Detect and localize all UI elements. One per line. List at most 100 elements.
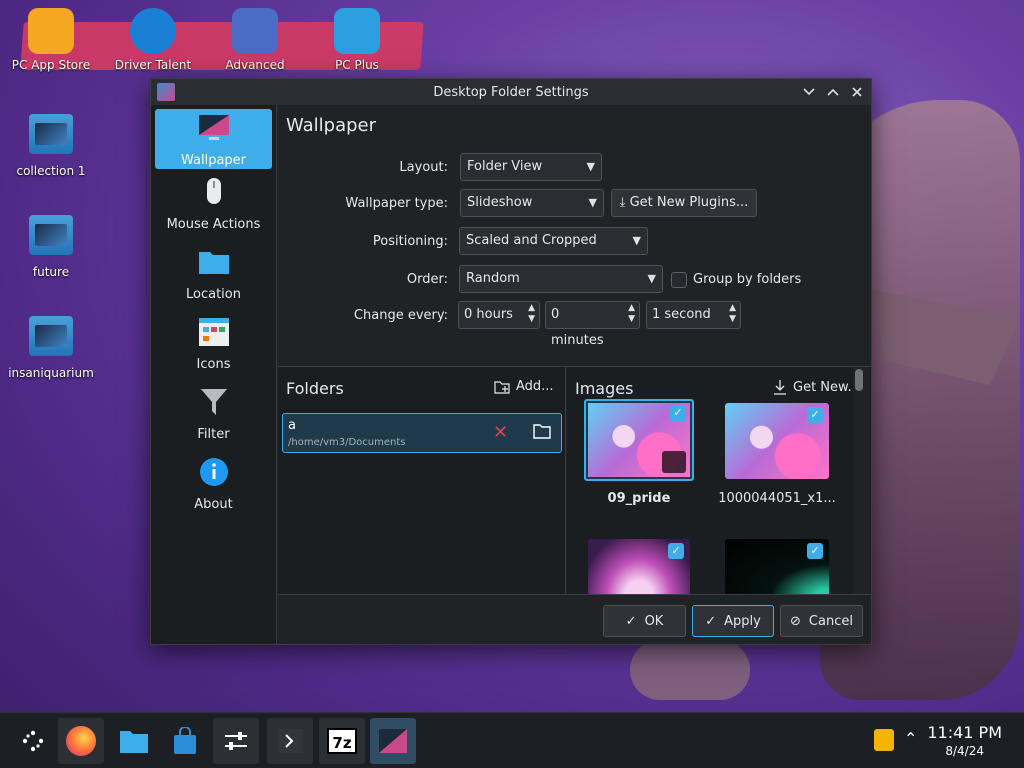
cancel-button[interactable]: ⊘ Cancel [780, 605, 863, 637]
image-thumbnail[interactable]: ✓ [584, 399, 694, 481]
chevron-down-icon: ▼ [632, 234, 641, 247]
info-icon [199, 458, 228, 486]
desktop-folder-future[interactable]: future [2, 215, 100, 279]
checkbox-checked-icon[interactable]: ✓ [670, 405, 686, 421]
get-new-images-button[interactable]: Get New... [773, 379, 860, 395]
open-folder-icon[interactable] [533, 423, 551, 439]
remove-folder-icon[interactable]: ✕ [493, 422, 508, 443]
tray-expand-icon[interactable]: ⌃ [904, 729, 917, 748]
scrollbar-thumb[interactable] [855, 369, 863, 391]
checkbox-checked-icon[interactable]: ✓ [807, 407, 823, 423]
taskbar-desktop-settings[interactable] [370, 718, 416, 764]
app-icon [157, 83, 175, 101]
gear-icon [130, 8, 176, 54]
desktop-icon-pc-app-store[interactable]: PC App Store [1, 8, 101, 72]
maximize-button[interactable] [823, 82, 843, 102]
minimize-button[interactable] [799, 82, 819, 102]
settings-sidebar: Wallpaper Mouse Actions Location Icons F… [151, 105, 277, 644]
get-new-plugins-label: Get New Plugins... [629, 195, 749, 210]
sidebar-item-icons[interactable]: Icons [155, 313, 272, 379]
settings-content: Wallpaper Layout: Folder View ▼ Wallpape… [278, 105, 871, 644]
desktop-folder-insaniquarium[interactable]: insaniquarium [2, 316, 100, 380]
apply-button[interactable]: ✓ Apply [692, 605, 774, 637]
folder-path: /home/vm3/Documents [288, 437, 406, 448]
taskbar-file-manager[interactable] [111, 718, 157, 764]
minutes-spinbox[interactable]: 0 minutes ▲ ▼ [545, 301, 640, 348]
desktop-icon-pc-plus[interactable]: PC Plus [307, 8, 407, 72]
wallpaper-type-value: Slideshow [467, 195, 533, 210]
app-launcher-button[interactable] [10, 718, 56, 764]
seconds-spinbox[interactable]: 1 second ▲ ▼ [646, 301, 741, 329]
shield-gear-icon [232, 8, 278, 54]
image-thumbnail[interactable]: ✓ [588, 539, 690, 597]
sidebar-item-mouse-actions[interactable]: Mouse Actions [155, 173, 272, 239]
positioning-combo[interactable]: Scaled and Cropped ▼ [459, 227, 648, 255]
hours-value: 0 hours [464, 307, 513, 322]
taskbar-settings[interactable] [213, 718, 259, 764]
layout-value: Folder View [467, 159, 543, 174]
icons-grid-icon [198, 318, 229, 346]
layout-combo[interactable]: Folder View ▼ [460, 153, 602, 181]
desktop-icon-label: Driver Talent [114, 58, 192, 72]
launcher-icon [22, 730, 44, 752]
seconds-value: 1 second [652, 307, 711, 322]
folder-icon [198, 252, 229, 274]
group-by-folders-checkbox[interactable] [671, 272, 687, 288]
title-bar[interactable]: Desktop Folder Settings [151, 79, 871, 105]
clock-time: 11:41 PM [927, 723, 1002, 742]
sidebar-item-label: Filter [197, 427, 230, 442]
close-icon [852, 87, 862, 97]
desktop-icon-advanced[interactable]: Advanced [205, 8, 305, 72]
taskbar-discover[interactable] [162, 718, 208, 764]
folder-name: a [288, 418, 296, 433]
checkbox-checked-icon[interactable]: ✓ [668, 543, 684, 559]
sidebar-item-filter[interactable]: Filter [155, 383, 272, 449]
image-thumbnail[interactable]: ✓ [725, 403, 829, 479]
desktop-icon-driver-talent[interactable]: Driver Talent [103, 8, 203, 72]
get-new-images-label: Get New... [793, 379, 860, 395]
taskbar-terminal[interactable] [267, 718, 313, 764]
open-folder-icon[interactable] [662, 451, 686, 473]
close-button[interactable] [847, 82, 867, 102]
sidebar-item-wallpaper[interactable]: Wallpaper [155, 109, 272, 169]
monitor-plus-icon [334, 8, 380, 54]
image-thumbnail[interactable]: ✓ [725, 539, 829, 597]
folder-list-item[interactable]: a /home/vm3/Documents ✕ [282, 413, 562, 453]
spin-arrows-icon[interactable]: ▲ ▼ [528, 303, 535, 325]
layout-label: Layout: [399, 160, 448, 175]
positioning-value: Scaled and Cropped [466, 233, 597, 248]
terminal-icon [278, 729, 302, 753]
clock[interactable]: 11:41 PM 8/4/24 [927, 723, 1002, 758]
sidebar-item-location[interactable]: Location [155, 243, 272, 309]
images-title: Images [575, 379, 634, 398]
change-every-label: Change every: [353, 308, 448, 323]
spin-arrows-icon[interactable]: ▲ ▼ [628, 303, 635, 325]
chevron-down-icon: ▼ [586, 160, 595, 173]
sidebar-item-label: Icons [196, 357, 231, 372]
taskbar-firefox[interactable] [58, 718, 104, 764]
add-folder-button[interactable]: Add... [494, 379, 554, 394]
checkmark-icon: ✓ [705, 613, 717, 629]
get-new-plugins-button[interactable]: ⤓ Get New Plugins... [611, 189, 757, 217]
folder-icon [120, 731, 148, 753]
taskbar-7zip[interactable]: 7z [319, 718, 365, 764]
monitor-icon [198, 115, 229, 140]
spin-arrows-icon[interactable]: ▲ ▼ [729, 303, 736, 325]
sidebar-item-about[interactable]: About [155, 453, 272, 519]
wallpaper-type-combo[interactable]: Slideshow ▼ [460, 189, 604, 217]
order-label: Order: [406, 272, 448, 287]
order-combo[interactable]: Random ▼ [459, 265, 663, 293]
chevron-down-icon: ▼ [647, 272, 656, 285]
desktop-folder-collection-1[interactable]: collection 1 [2, 114, 100, 178]
tray-app-icon[interactable] [874, 729, 894, 751]
ok-button[interactable]: ✓ OK [603, 605, 686, 637]
hours-spinbox[interactable]: 0 hours ▲ ▼ [458, 301, 540, 329]
desktop-icon-label: PC App Store [11, 58, 91, 72]
chevron-down-icon: ▼ [588, 196, 597, 209]
chevron-up-icon [827, 88, 839, 96]
checkmark-icon: ✓ [625, 613, 637, 629]
images-scrollbar[interactable] [853, 367, 869, 621]
image-label: 1000044051_x1... [718, 491, 836, 506]
filter-icon [200, 389, 227, 415]
checkbox-checked-icon[interactable]: ✓ [807, 543, 823, 559]
